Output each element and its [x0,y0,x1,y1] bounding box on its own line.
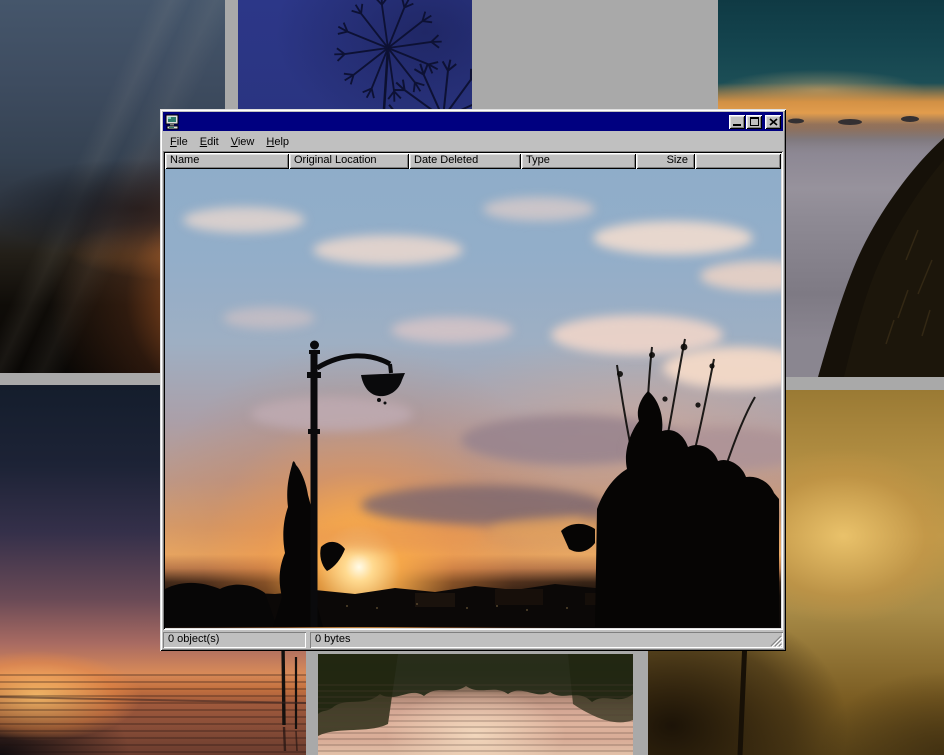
folder-background-sunset-photo [165,169,781,628]
close-icon [769,118,778,126]
maximize-icon [750,117,759,126]
status-object-count: 0 object(s) [163,632,306,648]
column-header-name[interactable]: Name [165,153,289,169]
maximize-button[interactable] [746,115,762,129]
recycle-bin-window: File Edit View Help Name Original Locati… [160,109,786,651]
computer-icon[interactable] [165,114,181,130]
column-header-date-deleted[interactable]: Date Deleted [409,153,521,169]
menu-view[interactable]: View [225,134,261,150]
resize-grip[interactable] [769,634,782,647]
list-view[interactable] [165,169,781,628]
column-header-size[interactable]: Size [636,153,695,169]
column-header-type[interactable]: Type [521,153,636,169]
status-bar: 0 object(s) 0 bytes [163,632,783,648]
column-header-original-location[interactable]: Original Location [289,153,409,169]
close-button[interactable] [765,115,781,129]
menu-help[interactable]: Help [260,134,295,150]
menu-file[interactable]: File [164,134,194,150]
water-ripples [318,684,633,755]
wallpaper-photo-tree-reflection [318,654,633,755]
minimize-icon [733,124,741,126]
desktop: { "window": { "title": "", "menu": { "it… [0,0,944,755]
minimize-button[interactable] [729,115,745,129]
status-size: 0 bytes [310,632,783,648]
menu-edit[interactable]: Edit [194,134,225,150]
column-header-blank[interactable] [695,153,781,169]
menu-bar: File Edit View Help [163,131,783,151]
sunset-silhouettes [165,169,779,627]
column-header-row: Name Original Location Date Deleted Type… [165,153,781,169]
list-client-area: Name Original Location Date Deleted Type… [163,151,783,630]
titlebar[interactable] [163,112,783,131]
